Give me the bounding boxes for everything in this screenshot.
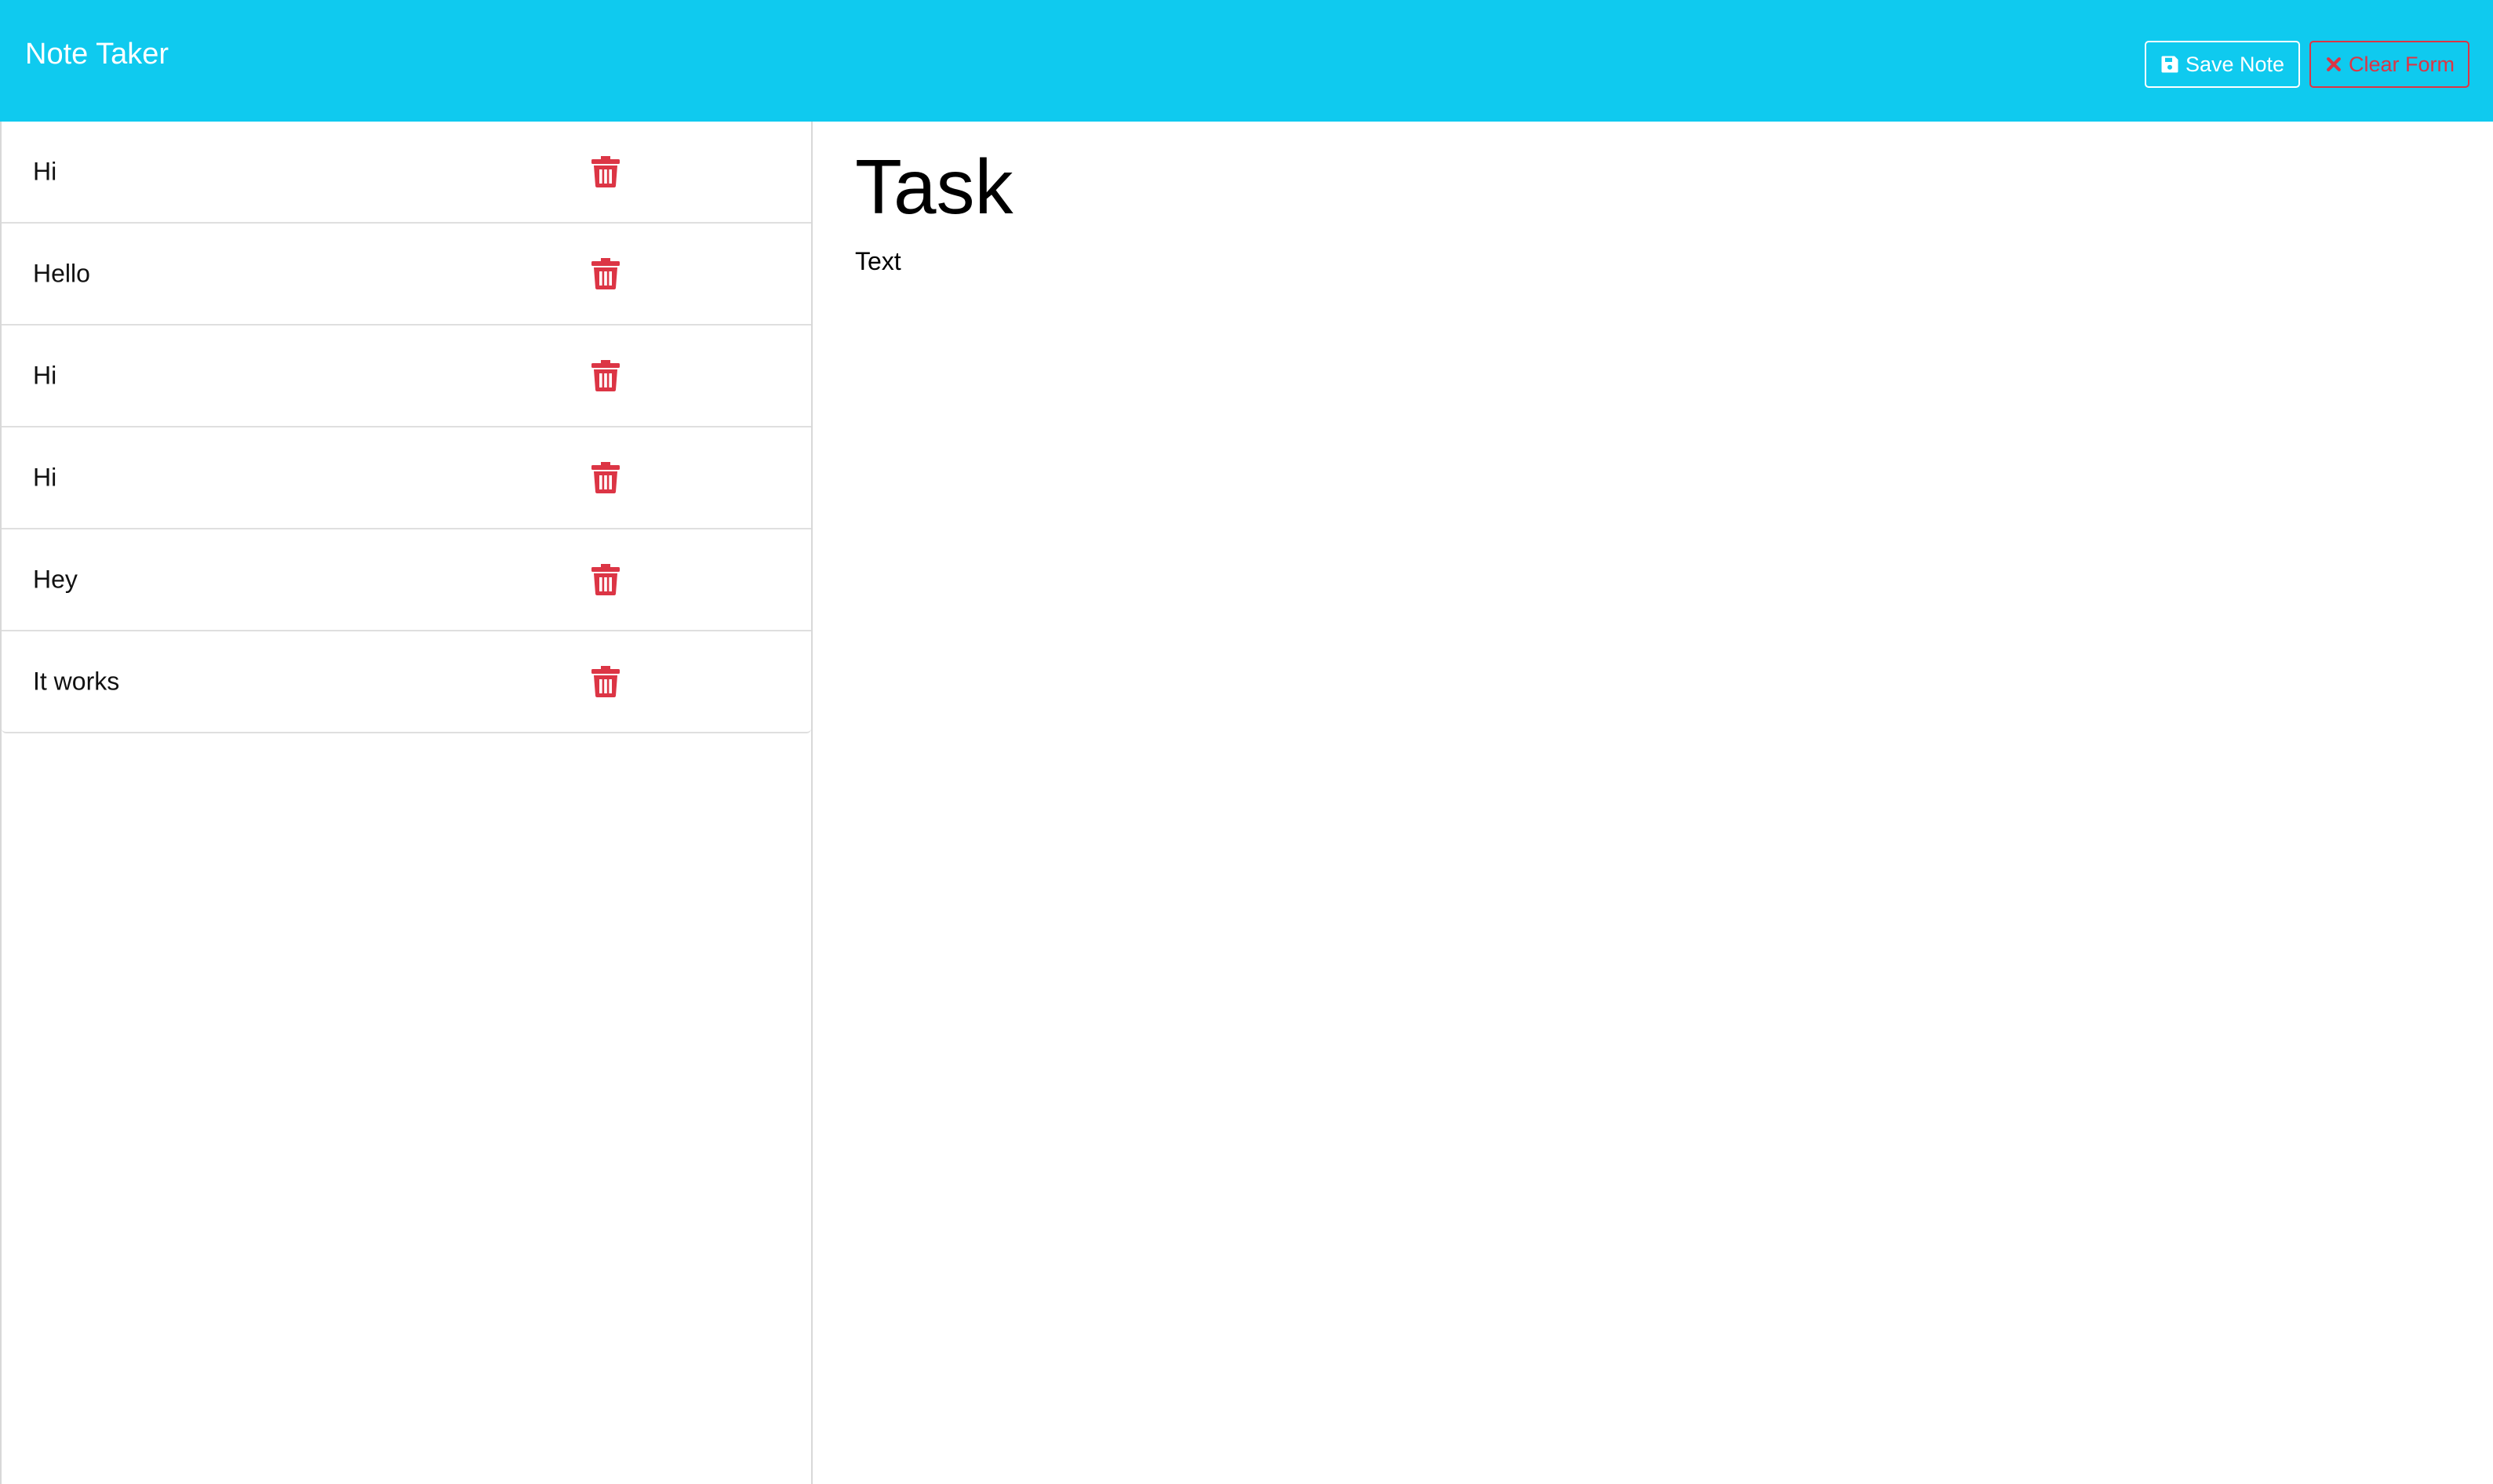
navbar: Note Taker Save Note Clear Form (0, 0, 2493, 122)
trash-icon[interactable] (591, 462, 620, 493)
note-list: Hi Hello Hi Hi Hey It works (2, 122, 811, 733)
trash-icon[interactable] (591, 360, 620, 391)
note-title-field[interactable]: Task (855, 144, 1014, 230)
note-text-field[interactable]: Text (855, 247, 901, 276)
save-icon (2160, 55, 2179, 74)
note-title[interactable]: Hi (33, 464, 56, 493)
save-note-button[interactable]: Save Note (2145, 41, 2300, 88)
trash-icon[interactable] (591, 564, 620, 595)
list-item[interactable]: Hi (2, 122, 811, 224)
note-list-panel: Hi Hello Hi Hi Hey It works (0, 122, 813, 1484)
list-item[interactable]: Hey (2, 529, 811, 631)
note-title[interactable]: Hi (33, 362, 56, 391)
note-title[interactable]: Hey (33, 566, 78, 595)
list-item[interactable]: Hello (2, 224, 811, 326)
list-item[interactable]: Hi (2, 326, 811, 427)
note-title[interactable]: It works (33, 667, 119, 697)
app-title[interactable]: Note Taker (25, 39, 169, 69)
trash-icon[interactable] (591, 666, 620, 697)
save-note-label: Save Note (2185, 52, 2285, 76)
clear-form-label: Clear Form (2349, 52, 2455, 76)
trash-icon[interactable] (591, 258, 620, 289)
clear-form-button[interactable]: Clear Form (2309, 41, 2469, 88)
note-title[interactable]: Hello (33, 260, 90, 289)
list-item[interactable]: Hi (2, 427, 811, 529)
note-editor: Task Text (855, 122, 2471, 1455)
note-title[interactable]: Hi (33, 158, 56, 187)
trash-icon[interactable] (591, 156, 620, 187)
list-item[interactable]: It works (2, 631, 811, 733)
close-icon (2325, 56, 2342, 73)
